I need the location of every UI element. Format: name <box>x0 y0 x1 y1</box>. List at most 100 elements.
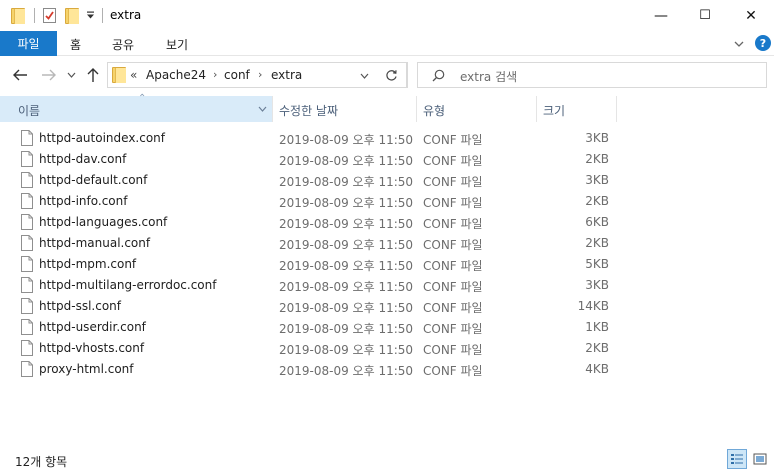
file-modified-date: 2019-08-09 오후 11:50 <box>279 301 414 315</box>
file-row[interactable]: httpd-languages.conf 2019-08-09 오후 11:50 C… <box>0 212 774 233</box>
column-header-name-label: 이름 <box>18 104 41 118</box>
file-icon <box>21 193 33 209</box>
file-row[interactable]: httpd-mpm.conf 2019-08-09 오후 11:50 CONF 파일… <box>0 254 774 275</box>
column-header-row: ⌃ 이름 수정한 날짜 유형 크기 <box>0 93 774 122</box>
file-row[interactable]: httpd-ssl.conf 2019-08-09 오후 11:50 CONF 파일… <box>0 296 774 317</box>
file-row[interactable]: httpd-userdir.conf 2019-08-09 오후 11:50 CON… <box>0 317 774 338</box>
overflow-breadcrumb[interactable]: « <box>130 68 137 82</box>
status-bar: 12개 항목 <box>0 448 774 472</box>
file-row[interactable]: httpd-vhosts.conf 2019-08-09 오후 11:50 CONF… <box>0 338 774 359</box>
customize-toolbar-icon[interactable] <box>86 11 95 20</box>
forward-arrow-icon[interactable] <box>41 68 57 82</box>
file-name: httpd-userdir.conf <box>39 320 146 334</box>
file-type: CONF 파일 <box>423 175 483 189</box>
close-button[interactable]: ✕ <box>728 0 774 31</box>
column-filter-dropdown-icon[interactable] <box>258 106 267 112</box>
file-size: 2KB <box>585 341 609 355</box>
file-modified-date: 2019-08-09 오후 11:50 <box>279 175 414 189</box>
file-row[interactable]: httpd-default.conf 2019-08-09 오후 11:50 CON… <box>0 170 774 191</box>
file-name: httpd-multilang-errordoc.conf <box>39 278 217 292</box>
details-view-icon <box>731 454 743 464</box>
column-divider[interactable] <box>616 96 617 122</box>
column-divider[interactable] <box>416 96 417 122</box>
divider <box>34 8 35 23</box>
file-size: 14KB <box>577 299 609 313</box>
file-size: 2KB <box>585 152 609 166</box>
file-size: 6KB <box>585 215 609 229</box>
column-header-type[interactable]: 유형 <box>423 102 445 128</box>
address-dropdown-icon[interactable] <box>360 73 369 79</box>
refresh-button[interactable] <box>377 62 407 88</box>
up-arrow-icon[interactable] <box>86 67 100 83</box>
file-icon <box>21 256 33 272</box>
file-icon <box>21 298 33 314</box>
file-name: httpd-manual.conf <box>39 236 151 250</box>
item-count: 12개 항목 <box>15 455 68 469</box>
file-size: 1KB <box>585 320 609 334</box>
file-modified-date: 2019-08-09 오후 11:50 <box>279 259 414 273</box>
search-placeholder: extra 검색 <box>460 70 518 84</box>
tab-share[interactable]: 공유 <box>112 36 134 53</box>
new-folder-icon[interactable] <box>65 8 79 24</box>
expand-ribbon-icon[interactable] <box>733 38 745 50</box>
sort-ascending-icon: ⌃ <box>138 93 147 104</box>
file-modified-date: 2019-08-09 오후 11:50 <box>279 196 414 210</box>
search-input[interactable]: extra 검색 <box>417 62 767 88</box>
tab-view[interactable]: 보기 <box>166 36 188 53</box>
column-header-date[interactable]: 수정한 날짜 <box>279 102 338 128</box>
column-divider[interactable] <box>272 96 273 122</box>
file-type: CONF 파일 <box>423 217 483 231</box>
file-size: 3KB <box>585 173 609 187</box>
file-row[interactable]: httpd-manual.conf 2019-08-09 오후 11:50 CONF… <box>0 233 774 254</box>
tab-home[interactable]: 홈 <box>70 36 81 53</box>
file-row[interactable]: httpd-autoindex.conf 2019-08-09 오후 11:50 C… <box>0 128 774 149</box>
recent-locations-chevron-icon[interactable] <box>67 72 76 78</box>
file-modified-date: 2019-08-09 오후 11:50 <box>279 280 414 294</box>
file-icon <box>21 277 33 293</box>
file-size: 3KB <box>585 278 609 292</box>
file-icon <box>21 130 33 146</box>
breadcrumb-separator-icon[interactable]: › <box>258 68 262 81</box>
navigation-bar: « Apache24 › conf › extra extra 검색 <box>0 57 774 93</box>
file-modified-date: 2019-08-09 오후 11:50 <box>279 217 414 231</box>
properties-icon[interactable] <box>42 7 58 24</box>
file-type: CONF 파일 <box>423 280 483 294</box>
breadcrumb-apache24[interactable]: Apache24 <box>146 68 206 82</box>
details-view-button[interactable] <box>727 449 747 469</box>
file-row[interactable]: httpd-dav.conf 2019-08-09 오후 11:50 CONF 파일… <box>0 149 774 170</box>
file-icon <box>21 214 33 230</box>
file-row[interactable]: httpd-multilang-errordoc.conf 2019-08-09 … <box>0 275 774 296</box>
breadcrumb-separator-icon[interactable]: › <box>213 68 217 81</box>
file-modified-date: 2019-08-09 오후 11:50 <box>279 154 414 168</box>
file-size: 3KB <box>585 131 609 145</box>
file-type: CONF 파일 <box>423 196 483 210</box>
back-arrow-icon[interactable] <box>12 68 28 82</box>
file-name: httpd-default.conf <box>39 173 148 187</box>
column-divider[interactable] <box>536 96 537 122</box>
file-size: 2KB <box>585 194 609 208</box>
file-name: proxy-html.conf <box>39 362 134 376</box>
minimize-button[interactable]: — <box>638 0 684 31</box>
file-name: httpd-languages.conf <box>39 215 168 229</box>
file-modified-date: 2019-08-09 오후 11:50 <box>279 133 414 147</box>
address-bar[interactable]: « Apache24 › conf › extra <box>107 62 408 88</box>
search-icon <box>432 69 445 82</box>
file-modified-date: 2019-08-09 오후 11:50 <box>279 364 414 378</box>
large-icons-view-button[interactable] <box>750 449 770 469</box>
ribbon-tabs: 파일 홈 공유 보기 ? <box>0 31 774 56</box>
breadcrumb-extra[interactable]: extra <box>271 68 302 82</box>
file-size: 4KB <box>585 362 609 376</box>
breadcrumb-conf[interactable]: conf <box>224 68 250 82</box>
file-row[interactable]: httpd-info.conf 2019-08-09 오후 11:50 CONF 파… <box>0 191 774 212</box>
file-name: httpd-dav.conf <box>39 152 127 166</box>
file-type: CONF 파일 <box>423 364 483 378</box>
file-type: CONF 파일 <box>423 322 483 336</box>
column-header-name[interactable]: ⌃ 이름 <box>0 93 272 122</box>
column-header-size[interactable]: 크기 <box>543 102 565 128</box>
maximize-button[interactable]: ☐ <box>682 0 728 31</box>
tab-file[interactable]: 파일 <box>0 31 57 56</box>
file-icon <box>21 361 33 377</box>
file-icon <box>21 319 33 335</box>
help-button[interactable]: ? <box>755 35 771 51</box>
file-row[interactable]: proxy-html.conf 2019-08-09 오후 11:50 CONF 파… <box>0 359 774 380</box>
